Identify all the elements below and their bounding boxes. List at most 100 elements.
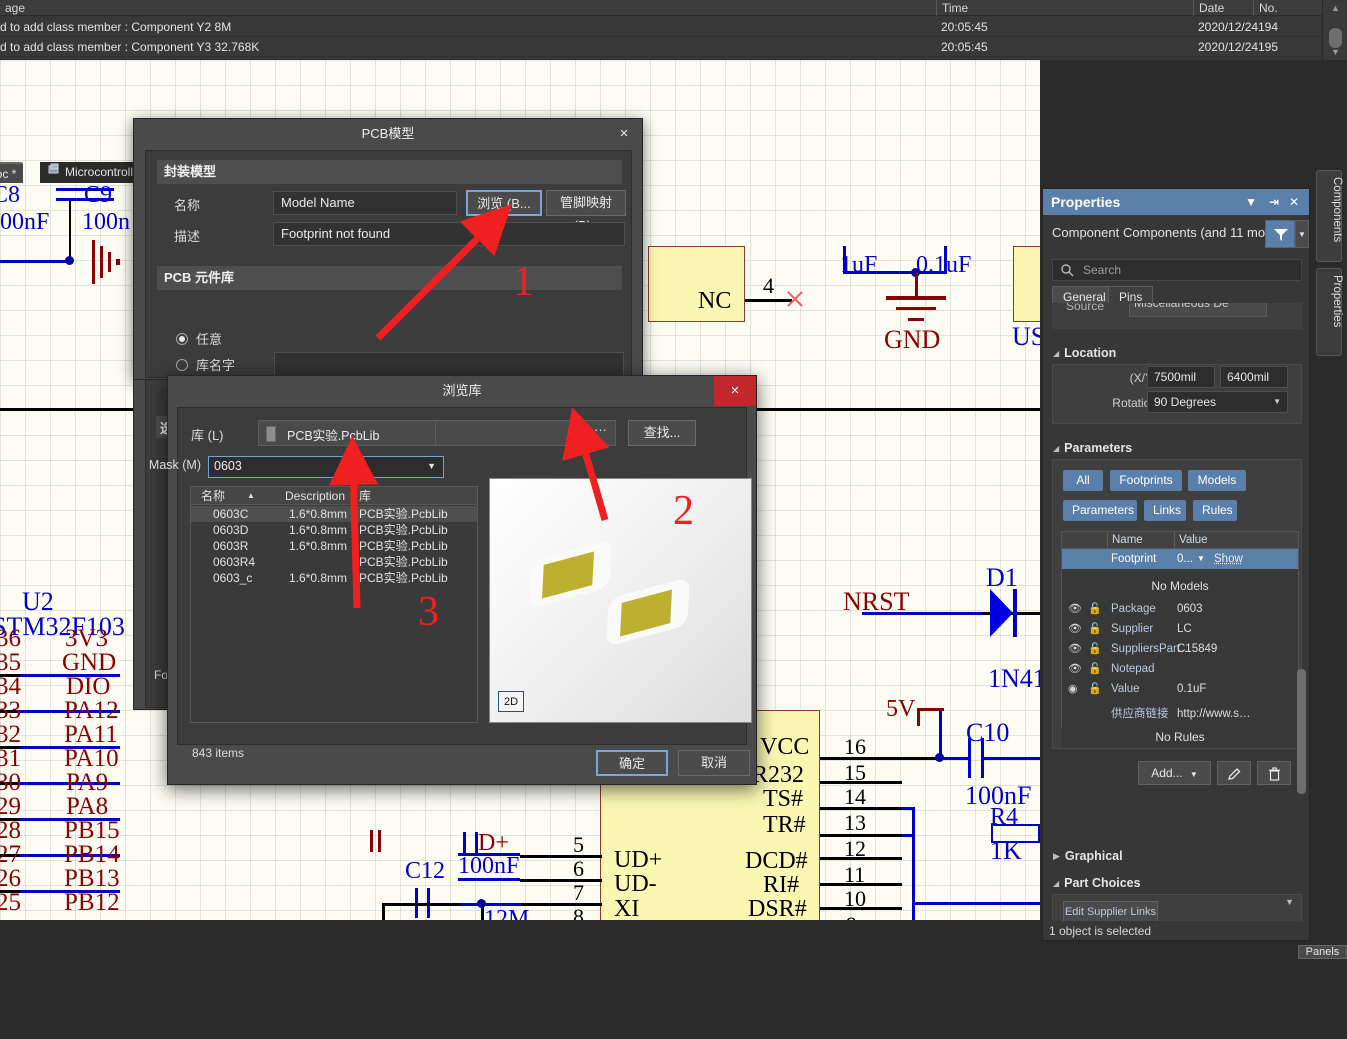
hidden-eye-icon[interactable]: 👁: [1068, 599, 1082, 619]
library-name-field[interactable]: [274, 352, 624, 376]
cancel-button[interactable]: 取消: [678, 750, 750, 776]
list-item[interactable]: 0603R 1.6*0.8mm PCB实验.PcbLib: [191, 538, 477, 554]
hidden-eye-icon[interactable]: 👁: [1068, 659, 1082, 679]
filter-button[interactable]: [1265, 220, 1295, 248]
hidden-eye-icon[interactable]: 👁: [1068, 619, 1082, 639]
ellipsis-icon[interactable]: ···: [594, 422, 607, 437]
filter-pill-rules[interactable]: Rules: [1193, 500, 1237, 521]
message-row[interactable]: d to add class member : Component Y3 32.…: [0, 37, 1322, 57]
table-row[interactable]: 👁 🔓 Notepad: [1062, 659, 1298, 679]
graphical-section-header[interactable]: ▶ Graphical: [1053, 849, 1123, 863]
messages-scrollbar[interactable]: ▲ ▼: [1322, 0, 1347, 60]
chevron-down-icon[interactable]: ▼: [1285, 897, 1294, 907]
panels-button[interactable]: Panels: [1298, 945, 1347, 959]
x-coordinate-field[interactable]: 7500mil: [1147, 366, 1215, 388]
column-value[interactable]: Value: [1174, 532, 1208, 549]
filter-pill-all[interactable]: All: [1063, 470, 1103, 491]
table-row[interactable]: 👁 🔓 SuppliersPart… C15849: [1062, 639, 1298, 659]
browse-library-dialog[interactable]: 浏览库 × 库 (L) PCB实验.PcbLib ▼ ··· 查找... Mas…: [149, 375, 757, 785]
net-symbol: [108, 252, 111, 272]
component-body[interactable]: [1013, 246, 1040, 322]
scrollbar-thumb[interactable]: [1329, 28, 1342, 48]
chevron-down-icon[interactable]: ▼: [427, 461, 436, 471]
show-link[interactable]: Show: [1214, 549, 1243, 569]
column-no[interactable]: No.: [1253, 0, 1278, 16]
column-library[interactable]: 库: [355, 487, 371, 505]
scrollbar-thumb[interactable]: [1297, 669, 1306, 794]
list-item[interactable]: 0603D 1.6*0.8mm PCB实验.PcbLib: [191, 522, 477, 538]
library-combobox[interactable]: PCB实验.PcbLib: [258, 420, 436, 446]
unlock-icon[interactable]: 🔓: [1088, 659, 1102, 679]
vtab-components[interactable]: Components: [1316, 170, 1343, 262]
unlock-icon[interactable]: 🔓: [1088, 599, 1102, 619]
library-combobox-ext[interactable]: ▼ ···: [436, 420, 616, 446]
edit-button[interactable]: [1217, 761, 1251, 785]
column-date[interactable]: Date: [1193, 0, 1224, 16]
model-name-field[interactable]: Model Name: [273, 191, 457, 215]
source-row: Source Miscellaneous De ▼ ···: [1052, 303, 1302, 329]
add-button[interactable]: Add... ▼: [1138, 761, 1211, 785]
unlock-icon[interactable]: 🔓: [1088, 619, 1102, 639]
vtab-properties[interactable]: Properties: [1316, 268, 1343, 356]
table-row[interactable]: 供应商链接 http://www.s…: [1062, 704, 1298, 724]
chevron-down-icon[interactable]: ▼: [1245, 189, 1257, 215]
unlock-icon[interactable]: 🔓: [1088, 639, 1102, 659]
footprint-preview[interactable]: 2D: [489, 478, 752, 723]
column-description[interactable]: Description: [281, 487, 345, 505]
browse-button[interactable]: 浏览 (B...: [466, 190, 542, 216]
view-mode-badge[interactable]: 2D: [498, 691, 524, 712]
table-row[interactable]: Footprint 0... ▼ Show: [1062, 549, 1298, 569]
column-time[interactable]: Time: [936, 0, 968, 16]
tab-microcontroller[interactable]: Microcontrolle: [40, 162, 147, 183]
close-icon[interactable]: ✕: [1289, 189, 1299, 215]
parameters-section-header[interactable]: ◢ Parameters: [1053, 441, 1132, 455]
parameters-table[interactable]: Name Value Footprint 0... ▼ Show No Mode…: [1061, 531, 1299, 727]
delete-button[interactable]: [1257, 761, 1291, 785]
radio-library-name[interactable]: [176, 359, 188, 371]
tab-doc[interactable]: Doc *: [0, 162, 24, 183]
location-section-header[interactable]: ◢ Location: [1053, 346, 1116, 360]
table-row[interactable]: ◉ 🔓 Value 0.1uF: [1062, 679, 1298, 699]
filter-pill-models[interactable]: Models: [1188, 470, 1246, 491]
column-name[interactable]: 名称: [197, 487, 225, 505]
edit-supplier-links-button[interactable]: Edit Supplier Links: [1063, 901, 1158, 923]
filter-pill-footprints[interactable]: Footprints: [1110, 470, 1182, 491]
search-input[interactable]: Search: [1052, 259, 1302, 281]
table-row[interactable]: 👁 🔓 Package 0603: [1062, 599, 1298, 619]
column-name[interactable]: Name: [1107, 532, 1143, 549]
ok-button[interactable]: 确定: [596, 750, 668, 776]
param-name: Supplier: [1111, 623, 1154, 635]
right-panel-tabs[interactable]: Components Properties: [1316, 170, 1344, 370]
close-icon[interactable]: ×: [714, 376, 756, 406]
rotation-select[interactable]: 90 Degrees ▼: [1147, 391, 1288, 413]
unlock-icon[interactable]: 🔓: [1088, 679, 1102, 699]
table-row[interactable]: 👁 🔓 Supplier LC: [1062, 619, 1298, 639]
list-item[interactable]: 0603R4 PCB实验.PcbLib: [191, 554, 477, 570]
description-field[interactable]: Footprint not found: [273, 222, 625, 246]
source-value-field[interactable]: Miscellaneous De ▼ ···: [1129, 303, 1267, 317]
y-coordinate-field[interactable]: 6400mil: [1220, 366, 1288, 388]
mask-combobox[interactable]: 0603 ▼: [208, 456, 444, 478]
part-choices-section-header[interactable]: ◢ Part Choices: [1053, 876, 1141, 890]
filter-pill-parameters[interactable]: Parameters: [1063, 500, 1137, 521]
find-button[interactable]: 查找...: [628, 420, 696, 446]
filter-pill-links[interactable]: Links: [1144, 500, 1186, 521]
pin-map-button[interactable]: 管脚映射 (P)..: [546, 190, 626, 233]
visible-eye-icon[interactable]: ◉: [1068, 679, 1078, 699]
chevron-down-icon[interactable]: ▼: [1197, 549, 1205, 569]
ellipsis-icon[interactable]: ···: [1250, 303, 1262, 308]
column-message[interactable]: age: [0, 0, 25, 16]
scroll-up-icon[interactable]: ▲: [1328, 2, 1343, 14]
close-icon[interactable]: ×: [612, 123, 636, 145]
hidden-eye-icon[interactable]: 👁: [1068, 639, 1082, 659]
list-item[interactable]: 0603_c 1.6*0.8mm PCB实验.PcbLib: [191, 570, 477, 586]
chevron-down-icon[interactable]: ▼: [576, 427, 585, 437]
list-item[interactable]: 0603C 1.6*0.8mm PCB实验.PcbLib: [191, 506, 477, 522]
message-row[interactable]: d to add class member : Component Y2 8M …: [0, 17, 1322, 37]
pin-icon[interactable]: ⇥: [1269, 189, 1279, 215]
pcb-model-dialog[interactable]: PCB模型 × 封装模型 名称 Model Name 浏览 (B... 管脚映射…: [133, 118, 643, 380]
filter-dropdown-button[interactable]: ▼: [1295, 220, 1309, 248]
radio-any[interactable]: [176, 333, 188, 345]
chevron-down-icon[interactable]: ▼: [1238, 303, 1246, 305]
scroll-down-icon[interactable]: ▼: [1328, 46, 1343, 58]
